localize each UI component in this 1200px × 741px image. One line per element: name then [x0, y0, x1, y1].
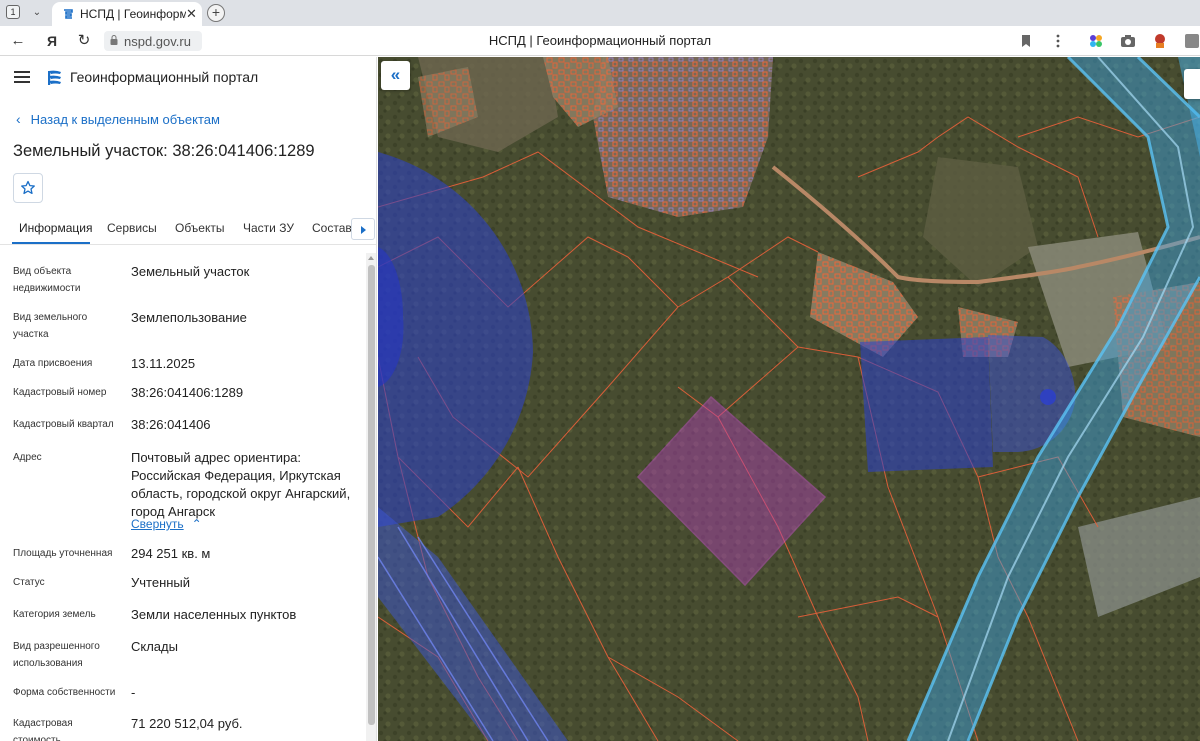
tab-composition[interactable]: Состав [312, 221, 352, 235]
panel-scrollbar[interactable] [366, 253, 376, 741]
browser-tab[interactable]: НСПД | Геоинформационный портал ✕ [52, 2, 202, 26]
tab-land-parts[interactable]: Части ЗУ [243, 221, 294, 235]
property-value: Склады [131, 639, 178, 654]
profile-icon[interactable] [1184, 33, 1200, 49]
property-label: Вид земельного участка [13, 312, 88, 340]
property-value: 71 220 512,04 руб. [131, 716, 243, 731]
tab-title: НСПД | Геоинформационный портал [80, 7, 186, 21]
tab-objects[interactable]: Объекты [175, 221, 225, 235]
property-label: Площадь уточненная [13, 548, 113, 559]
tab-counter[interactable]: 1 [6, 5, 20, 19]
property-label: Адрес [13, 452, 42, 463]
property-label: Вид разрешенного использования [13, 641, 100, 669]
property-value: 38:26:041406:1289 [131, 385, 244, 400]
portal-logo-icon [48, 70, 61, 85]
info-tabs: Информация Сервисы Объекты Части ЗУ Сост… [0, 213, 376, 245]
address-bar: ← Я ↻ nspd.gov.ru НСПД | Геоинформационн… [0, 26, 1200, 56]
back-arrow-icon[interactable]: ← [8, 31, 28, 51]
back-to-selected-link[interactable]: ‹ Назад к выделенным объектам [16, 111, 220, 127]
tab-services[interactable]: Сервисы [107, 221, 157, 235]
property-value: Земли населенных пунктов [131, 607, 297, 622]
new-tab-icon[interactable]: + [207, 4, 225, 22]
active-tab-indicator [12, 242, 90, 244]
protection-zone-rect [860, 337, 993, 472]
more-menu-icon[interactable] [1050, 33, 1066, 49]
bookmark-icon[interactable] [1018, 33, 1034, 49]
property-label: Статус [13, 577, 45, 588]
property-label: Кадастровый номер [13, 387, 107, 398]
property-label: Форма собственности [13, 687, 116, 698]
close-icon[interactable]: ✕ [186, 6, 197, 22]
back-link-label: Назад к выделенным объектам [30, 112, 220, 127]
menu-icon[interactable] [14, 71, 30, 83]
property-value: - [131, 685, 136, 700]
town-block [593, 57, 773, 217]
collapse-address-link[interactable]: Свернуть ⌃ [131, 517, 202, 531]
star-icon [21, 180, 35, 195]
property-value: Землепользование [131, 310, 247, 325]
property-label: Кадастровый квартал [13, 419, 114, 430]
url-field[interactable]: nspd.gov.ru [104, 31, 202, 51]
chevron-left-icon: ‹ [16, 111, 21, 127]
browser-tab-bar: 1 ⌄ НСПД | Геоинформационный портал ✕ + [0, 0, 1200, 26]
url-text: nspd.gov.ru [124, 34, 191, 49]
zone-point [1040, 389, 1056, 405]
extension-icon[interactable] [1152, 33, 1168, 49]
tab-information[interactable]: Информация [19, 221, 92, 235]
object-info-panel: Геоинформационный портал ‹ Назад к выделе… [0, 57, 377, 741]
property-label: Дата присвоения [13, 358, 93, 369]
map-view[interactable]: « [378, 57, 1200, 741]
property-value: 38:26:041406 [131, 417, 211, 432]
map-layers-control[interactable] [1184, 69, 1200, 99]
yandex-logo-icon[interactable]: Я [42, 31, 62, 51]
scroll-thumb[interactable] [368, 265, 375, 725]
nspd-favicon-icon [64, 9, 73, 19]
portal-name: Геоинформационный портал [70, 69, 259, 85]
satellite-map [378, 57, 1200, 741]
lock-icon [110, 35, 118, 45]
property-value: Учтенный [131, 575, 191, 590]
collapse-label: Свернуть [131, 517, 184, 531]
reload-icon[interactable]: ↻ [74, 31, 94, 51]
property-label: Категория земель [13, 609, 96, 620]
favorite-button[interactable] [13, 173, 43, 203]
alice-assistant-icon[interactable] [1088, 33, 1104, 49]
tabs-dropdown-icon[interactable]: ⌄ [28, 4, 46, 22]
tabs-scroll-right-button[interactable] [351, 218, 375, 240]
scroll-up-arrow-icon[interactable] [368, 256, 374, 260]
property-value: 294 251 кв. м [131, 546, 211, 561]
property-label: Вид объекта недвижимости [13, 266, 81, 294]
collapse-panel-button[interactable]: « [381, 61, 410, 90]
property-value: Земельный участок [131, 264, 250, 279]
page-title: Земельный участок: 38:26:041406:1289 [13, 142, 315, 160]
chevron-up-icon: ⌃ [191, 517, 202, 531]
property-label: Кадастровая стоимость [13, 718, 73, 741]
property-value: Почтовый адрес ориентира: Российская Фед… [131, 450, 351, 519]
camera-icon[interactable] [1120, 33, 1136, 49]
property-value: 13.11.2025 [131, 356, 196, 371]
